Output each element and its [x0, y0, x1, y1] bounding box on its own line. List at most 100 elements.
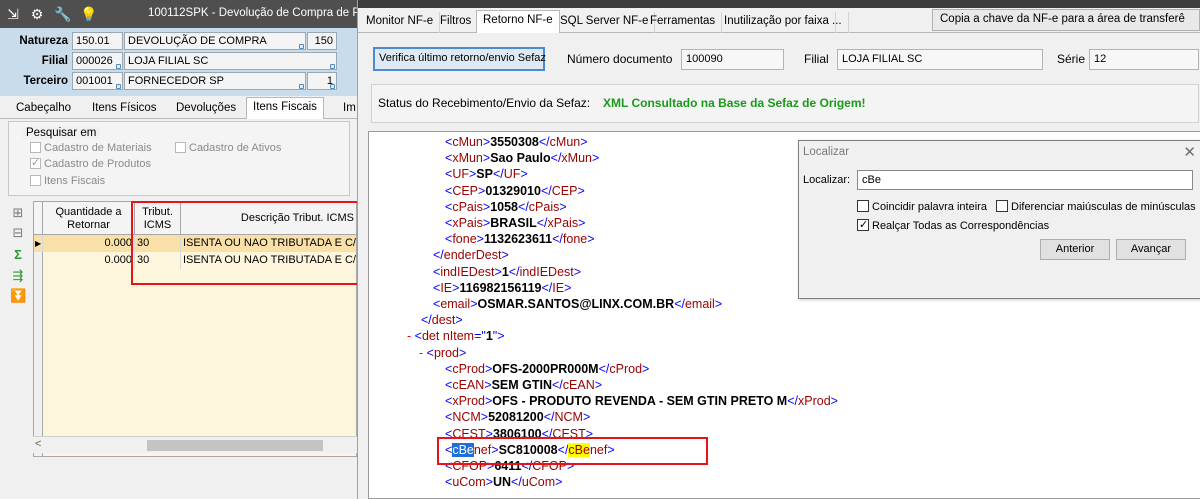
cell-descricao[interactable]: ISENTA OU NAO TRIBUTADA E C/CO — [181, 235, 356, 252]
terceiro-num-field[interactable]: 1 — [307, 72, 337, 90]
checkbox[interactable] — [857, 200, 869, 212]
xml-line[interactable]: </dest> — [421, 312, 463, 328]
find-input[interactable]: cBe — [857, 170, 1193, 190]
cell-quantidade[interactable]: 0.000 — [43, 252, 135, 269]
tab-im[interactable]: Im — [337, 99, 357, 119]
filial-code-field[interactable]: 000026 — [72, 52, 123, 70]
xml-line[interactable]: <cEAN>SEM GTIN</cEAN> — [445, 377, 602, 393]
tab-inutilizacao[interactable]: Inutilização por faixa — [718, 12, 836, 33]
checkbox-checked[interactable] — [857, 218, 869, 231]
gear-icon[interactable]: ⚙ — [28, 5, 46, 23]
xml-line[interactable]: </enderDest> — [433, 247, 509, 263]
verify-sefaz-button[interactable]: Verifica último retorno/envio Sefaz — [373, 47, 546, 71]
horizontal-scrollbar[interactable]: < — [33, 436, 357, 453]
find-previous-button[interactable]: Anterior — [1040, 239, 1110, 260]
itens-fiscais-grid: Quantidade a Retornar Tribut. ICMS Descr… — [33, 201, 357, 457]
checkbox[interactable] — [30, 142, 41, 153]
tab-itens-fisicos[interactable]: Itens Físicos — [86, 99, 163, 119]
serie-field[interactable]: 12 — [1089, 49, 1199, 70]
xml-line[interactable]: - <det nItem="1"> — [407, 328, 505, 344]
xml-line[interactable]: <cPais>1058</cPais> — [445, 199, 567, 215]
close-icon[interactable]: ✕ — [1183, 143, 1196, 161]
xml-line[interactable]: <CEP>01329010</CEP> — [445, 183, 585, 199]
lookup-icon[interactable] — [116, 84, 121, 89]
lookup-icon[interactable] — [299, 44, 304, 49]
chk-itens-fiscais[interactable]: Itens Fiscais — [30, 175, 105, 187]
filial-desc-field[interactable]: LOJA FILIAL SC — [124, 52, 337, 70]
cell-tribut[interactable]: 30 — [135, 235, 181, 252]
filial-field[interactable]: LOJA FILIAL SC — [837, 49, 1043, 70]
tab-devolucoes[interactable]: Devoluções — [170, 99, 242, 119]
chk-match-case[interactable]: Diferenciar maiúsculas de minúsculas — [996, 200, 1196, 213]
xml-line[interactable]: <xProd>OFS - PRODUTO REVENDA - SEM GTIN … — [445, 393, 838, 409]
col-descricao[interactable]: Descrição Tribut. ICMS — [181, 202, 356, 235]
sum-icon[interactable]: Σ — [10, 247, 26, 263]
lookup-icon[interactable] — [330, 84, 335, 89]
xml-viewer[interactable]: <cMun>3550308</cMun> <xMun>Sao Paulo</xMu… — [368, 131, 1200, 499]
cell-quantidade[interactable]: 0.000 — [43, 235, 135, 252]
lookup-icon[interactable] — [299, 84, 304, 89]
tab-more[interactable]: ... — [826, 12, 849, 33]
xml-line[interactable]: <xPais>BRASIL</xPais> — [445, 215, 585, 231]
checkbox[interactable] — [30, 175, 41, 186]
numero-documento-field[interactable]: 100090 — [681, 49, 784, 70]
natureza-num-field[interactable]: 150 — [307, 32, 337, 50]
tab-retorno-nfe[interactable]: Retorno NF-e — [476, 10, 560, 34]
chk-highlight-all[interactable]: Realçar Todas as Correspondências — [857, 218, 1049, 232]
find-dialog: Localizar ✕ Localizar: cBe Coincidir pal… — [798, 140, 1200, 299]
checkbox-checked[interactable] — [30, 156, 41, 169]
xml-line[interactable]: <fone>1132623611</fone> — [445, 231, 595, 247]
xml-line[interactable]: <xMun>Sao Paulo</xMun> — [445, 150, 599, 166]
terceiro-code-field[interactable]: 001001 — [72, 72, 123, 90]
export-grid-icon[interactable]: ⇶ — [10, 268, 26, 284]
cell-descricao[interactable]: ISENTA OU NAO TRIBUTADA E C/CO — [181, 252, 356, 269]
xml-line[interactable]: <cProd>OFS-2000PR000M</cProd> — [445, 361, 649, 377]
find-label: Localizar: — [803, 174, 851, 186]
filial-label: Filial — [804, 52, 829, 66]
tab-itens-fiscais[interactable]: Itens Fiscais — [246, 97, 324, 119]
collapse-icon[interactable]: ⏬ — [10, 288, 26, 304]
table-row[interactable]: 0.000 30 ISENTA OU NAO TRIBUTADA E C/CO — [34, 252, 356, 269]
xml-line[interactable]: - <prod> — [419, 345, 466, 361]
xml-line[interactable]: <IE>116982156119</IE> — [433, 280, 571, 296]
scroll-left-icon[interactable]: < — [35, 438, 41, 450]
chk-cadastro-produtos[interactable]: Cadastro de Produtos — [30, 156, 151, 170]
xml-line[interactable]: <cMun>3550308</cMun> — [445, 134, 588, 150]
chk-whole-word[interactable]: Coincidir palavra inteira — [857, 200, 987, 213]
lightbulb-icon[interactable]: 💡 — [80, 5, 98, 23]
tab-filtros[interactable]: Filtros — [434, 12, 479, 33]
copy-key-button[interactable]: Copia a chave da NF-e para a área de tra… — [932, 9, 1200, 31]
checkbox[interactable] — [996, 200, 1008, 212]
natureza-desc-field[interactable]: DEVOLUÇÃO DE COMPRA — [124, 32, 306, 50]
col-tribut-icms[interactable]: Tribut. ICMS — [135, 202, 181, 235]
col-quantidade[interactable]: Quantidade a Retornar — [43, 202, 135, 235]
tab-ferramentas[interactable]: Ferramentas — [644, 12, 723, 33]
lookup-icon[interactable] — [116, 64, 121, 69]
xml-line[interactable]: <UF>SP</UF> — [445, 166, 528, 182]
terceiro-desc-field[interactable]: FORNECEDOR SP — [124, 72, 306, 90]
xml-line[interactable]: <indIEDest>1</indIEDest> — [433, 264, 581, 280]
cell-tribut[interactable]: 30 — [135, 252, 181, 269]
window-titlebar: ⇲ ⚙ 🔧 💡 100112SPK - Devolução de Compra … — [0, 0, 357, 28]
chk-cadastro-ativos[interactable]: Cadastro de Ativos — [175, 142, 281, 154]
tab-sql-server-nfe[interactable]: SQL Server NF-e — [554, 12, 656, 33]
find-next-button[interactable]: Avançar — [1116, 239, 1186, 260]
scroll-thumb[interactable] — [147, 440, 323, 451]
xml-line[interactable]: <uCom>UN</uCom> — [445, 474, 562, 490]
tab-cabecalho[interactable]: Cabeçalho — [10, 99, 77, 119]
xml-line[interactable]: <email>OSMAR.SANTOS@LINX.COM.BR</email> — [433, 296, 722, 312]
lookup-icon[interactable] — [330, 64, 335, 69]
delete-row-icon[interactable]: ⊟ — [10, 225, 26, 241]
chk-cadastro-materiais[interactable]: Cadastro de Materiais — [30, 142, 152, 154]
xml-line[interactable]: <CFOP>6411</CFOP> — [445, 458, 574, 474]
checkbox[interactable] — [175, 142, 186, 153]
natureza-code-field[interactable]: 150.01 — [72, 32, 123, 50]
xml-line[interactable]: <cBenef>SC810008</cBenef> — [445, 442, 615, 458]
export-icon[interactable]: ⇲ — [4, 5, 22, 23]
xml-line[interactable]: <NCM>52081200</NCM> — [445, 409, 590, 425]
table-row[interactable]: ▶ 0.000 30 ISENTA OU NAO TRIBUTADA E C/C… — [34, 235, 356, 252]
xml-line[interactable]: <CEST>3806100</CEST> — [445, 426, 593, 442]
tab-monitor-nfe[interactable]: Monitor NF-e — [360, 12, 441, 33]
insert-row-icon[interactable]: ⊞ — [10, 205, 26, 221]
wrench-icon[interactable]: 🔧 — [54, 5, 72, 23]
